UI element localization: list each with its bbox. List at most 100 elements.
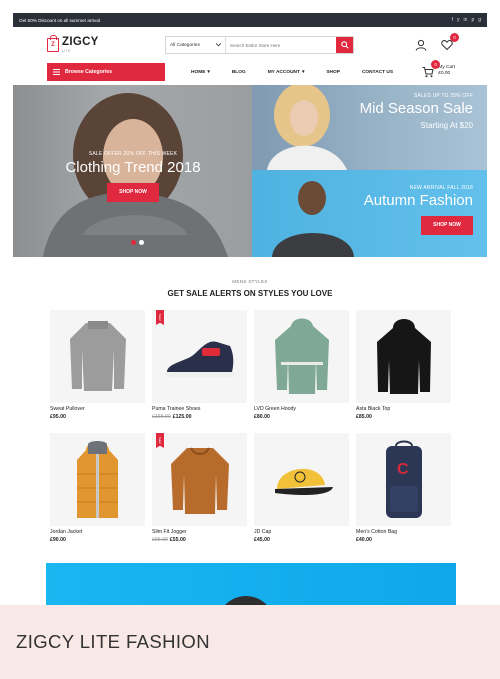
- search-icon: [340, 41, 349, 49]
- product-card[interactable]: C Men's Cotton Bag £40.00: [356, 433, 451, 543]
- autumn-offer: NEW ARRIVAL FALL 2018: [409, 185, 473, 191]
- google-icon[interactable]: g: [478, 17, 481, 23]
- product-image[interactable]: Sale!: [152, 433, 247, 526]
- svg-text:C: C: [397, 461, 409, 478]
- mid-season-sub: Starting At $20: [420, 120, 473, 130]
- hoodie-image: [274, 318, 329, 394]
- backpack-image: C: [385, 440, 422, 518]
- shop-now-button[interactable]: SHOP NOW: [421, 215, 473, 235]
- site-logo[interactable]: Z ZIGCY LITE: [47, 35, 165, 54]
- slider-dot[interactable]: [131, 240, 136, 245]
- promo-text: Get 50% Discount on all summer arrival: [19, 17, 100, 23]
- product-name[interactable]: JD Cap: [254, 529, 349, 535]
- hero-left-title: Clothing Trend 2018: [65, 159, 201, 176]
- pinterest-icon[interactable]: p: [471, 17, 474, 23]
- product-card[interactable]: Jordan Jacket £90.00: [50, 433, 145, 543]
- hero-banners: SALE OFFER 20% OFF THIS WEEK Clothing Tr…: [13, 85, 487, 257]
- product-price: £45.00: [254, 537, 270, 543]
- section-subtitle: MENS STYLES: [232, 279, 268, 284]
- nav-my-account[interactable]: MY ACCOUNT ▾: [257, 70, 316, 75]
- search-input[interactable]: [226, 37, 336, 53]
- caption-text: ZIGCY LITE FASHION: [16, 631, 210, 652]
- hero-mid-season-sale[interactable]: SALES UP TO 25% OFF Mid Season Sale Star…: [252, 85, 487, 170]
- product-card[interactable]: Sale! Puma Trainee Shoes £165.00 £125.00: [152, 310, 247, 420]
- product-card[interactable]: Asta Black Top £85.00: [356, 310, 451, 420]
- search-button[interactable]: [336, 37, 353, 53]
- slider-dot[interactable]: [139, 240, 144, 245]
- main-nav: Browse Categories HOME ▾ BLOG MY ACCOUNT ▾…: [13, 60, 487, 81]
- mid-season-title: Mid Season Sale: [359, 100, 473, 117]
- product-name[interactable]: Puma Trainee Shoes: [152, 406, 247, 412]
- hero-slide-clothing-trend[interactable]: SALE OFFER 20% OFF THIS WEEK Clothing Tr…: [13, 85, 252, 257]
- cap-image: [274, 468, 333, 495]
- product-image[interactable]: Sale!: [152, 310, 247, 403]
- product-image[interactable]: [50, 433, 145, 526]
- product-name[interactable]: Slim Fit Jogger: [152, 529, 247, 535]
- product-price: £95.00: [50, 414, 66, 420]
- logo-text: ZIGCY: [62, 35, 99, 48]
- shopping-bag-logo-icon: Z: [47, 35, 59, 52]
- model-silhouette-image: [225, 596, 267, 605]
- product-price: £40.00: [356, 537, 372, 543]
- youtube-icon[interactable]: y: [457, 17, 460, 23]
- sweatshirt-image: [170, 446, 229, 514]
- product-card[interactable]: JD Cap £45.00: [254, 433, 349, 543]
- product-price: £165.00 £125.00: [152, 414, 192, 420]
- product-image[interactable]: [50, 310, 145, 403]
- product-name[interactable]: Asta Black Top: [356, 406, 451, 412]
- product-card[interactable]: Sweat Pullover £95.00: [50, 310, 145, 420]
- cart-icon: 0: [422, 60, 441, 78]
- top-bar: Get 50% Discount on all summer arrival f…: [13, 13, 487, 27]
- product-image[interactable]: [356, 310, 451, 403]
- product-name[interactable]: Men's Cotton Bag: [356, 529, 451, 535]
- product-image[interactable]: C: [356, 433, 451, 526]
- product-image[interactable]: [254, 433, 349, 526]
- header-icons: 0: [415, 33, 459, 51]
- promo-banner[interactable]: [46, 563, 456, 605]
- hamburger-menu-icon: [53, 69, 60, 75]
- sale-badge: Sale!: [156, 310, 164, 325]
- shop-now-button[interactable]: SHOP NOW: [107, 182, 159, 202]
- product-price: £65.00 £55.00: [152, 537, 186, 543]
- product-grid: Sweat Pullover £95.00 Sale! Puma Trainee…: [50, 310, 451, 543]
- autumn-title: Autumn Fashion: [363, 192, 473, 209]
- product-price: £90.00: [50, 537, 66, 543]
- chevron-down-icon: ▾: [301, 69, 305, 75]
- website-screenshot: Get 50% Discount on all summer arrival f…: [13, 13, 487, 605]
- nav-blog[interactable]: BLOG: [221, 70, 257, 75]
- puffer-vest-image: [77, 440, 118, 518]
- account-icon[interactable]: [415, 38, 427, 51]
- search-bar: All Categories: [165, 36, 354, 54]
- cart-total: £0.00: [438, 71, 451, 76]
- product-card[interactable]: Sale! Slim Fit Jogger £65.00 £55.00: [152, 433, 247, 543]
- product-name[interactable]: Sweat Pullover: [50, 406, 145, 412]
- sale-badge: Sale!: [156, 433, 164, 448]
- nav-shop[interactable]: SHOP: [315, 70, 351, 75]
- nav-contact-us[interactable]: CONTACT US: [351, 70, 404, 75]
- section-title: GET SALE ALERTS ON STYLES YOU LOVE: [167, 289, 333, 298]
- product-image[interactable]: [254, 310, 349, 403]
- facebook-icon[interactable]: f: [452, 17, 453, 23]
- site-header: Z ZIGCY LITE All Categories 0: [13, 27, 487, 63]
- menu-items: HOME ▾ BLOG MY ACCOUNT ▾ SHOP CONTACT US: [180, 70, 404, 75]
- theme-caption: ZIGCY LITE FASHION: [0, 605, 500, 679]
- wishlist-count-badge: 0: [450, 33, 459, 42]
- wishlist-heart-icon[interactable]: 0: [441, 33, 459, 51]
- browse-categories-button[interactable]: Browse Categories: [47, 63, 165, 81]
- hero-left-offer: SALE OFFER 20% OFF THIS WEEK: [88, 151, 178, 157]
- category-select[interactable]: All Categories: [166, 37, 226, 53]
- hero-autumn-fashion[interactable]: NEW ARRIVAL FALL 2018 Autumn Fashion SHO…: [252, 170, 487, 257]
- sweater-image: [69, 321, 126, 391]
- product-name[interactable]: Jordan Jacket: [50, 529, 145, 535]
- logo-sub: LITE: [62, 49, 71, 54]
- product-price: £85.00: [356, 414, 372, 420]
- linkedin-icon[interactable]: in: [464, 17, 468, 23]
- product-name[interactable]: LVD Green Hoody: [254, 406, 349, 412]
- product-price: £80.00: [254, 414, 270, 420]
- sneaker-image: [164, 341, 234, 377]
- mid-season-offer: SALES UP TO 25% OFF: [413, 93, 473, 99]
- mini-cart[interactable]: 0 My Cart £0.00: [422, 60, 455, 78]
- chevron-down-icon: [216, 43, 221, 47]
- product-card[interactable]: LVD Green Hoody £80.00: [254, 310, 349, 420]
- nav-home[interactable]: HOME ▾: [180, 70, 221, 75]
